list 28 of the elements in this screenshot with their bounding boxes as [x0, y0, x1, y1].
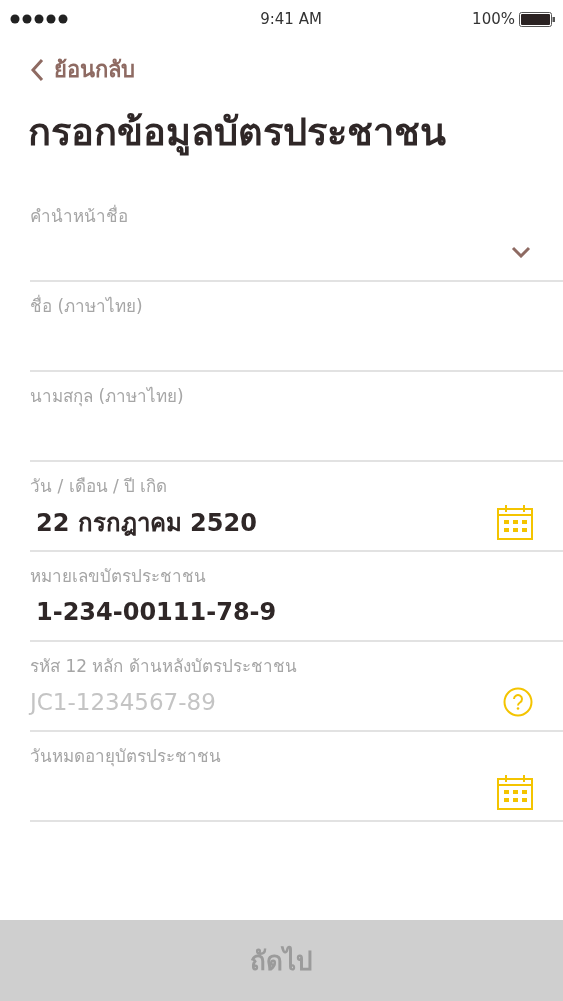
form-field[interactable]: วัน / เดือน / ปี เกิด 22 กรกฎาคม 2520	[30, 462, 563, 552]
signal-icon	[10, 14, 70, 24]
field-label: คำนำหน้าชื่อ	[30, 203, 129, 228]
battery-percent: 100%	[472, 10, 515, 28]
back-link[interactable]: ย้อนกลับ	[30, 52, 135, 87]
calendar-icon[interactable]	[497, 504, 533, 540]
form-field[interactable]: วันหมดอายุบัตรประชาชน	[30, 732, 563, 822]
dropdown-chevron-icon[interactable]	[511, 246, 531, 258]
field-label: หมายเลขบัตรประชาชน	[30, 565, 207, 588]
chevron-left-icon	[30, 57, 44, 82]
battery-icon	[519, 11, 555, 27]
page-title: กรอกข้อมูลบัตรประชาชน	[28, 109, 447, 158]
calendar-icon[interactable]	[497, 774, 533, 810]
form-field[interactable]: หมายเลขบัตรประชาชน 1-234-00111-78-9	[30, 552, 563, 642]
field-value: 22 กรกฎาคม 2520	[35, 507, 257, 539]
field-value: 1-234-00111-78-9	[35, 598, 277, 626]
field-placeholder: JC1-1234567-89	[30, 689, 216, 715]
form-field[interactable]: ชื่อ (ภาษาไทย)	[30, 282, 563, 372]
status-time: 9:41 AM	[260, 10, 322, 28]
field-label: รหัส 12 หลัก ด้านหลังบัตรประชาชน	[30, 655, 298, 678]
field-label: วัน / เดือน / ปี เกิด	[30, 475, 169, 498]
form-field[interactable]: นามสกุล (ภาษาไทย)	[30, 372, 563, 462]
field-label: วันหมดอายุบัตรประชาชน	[30, 745, 222, 769]
form-field[interactable]: รหัส 12 หลัก ด้านหลังบัตรประชาชน JC1-1234567-89	[30, 642, 563, 732]
help-icon[interactable]	[503, 687, 533, 717]
form-field[interactable]: คำนำหน้าชื่อ	[30, 192, 563, 282]
field-label: นามสกุล (ภาษาไทย)	[30, 385, 185, 409]
field-label: ชื่อ (ภาษาไทย)	[30, 293, 144, 318]
